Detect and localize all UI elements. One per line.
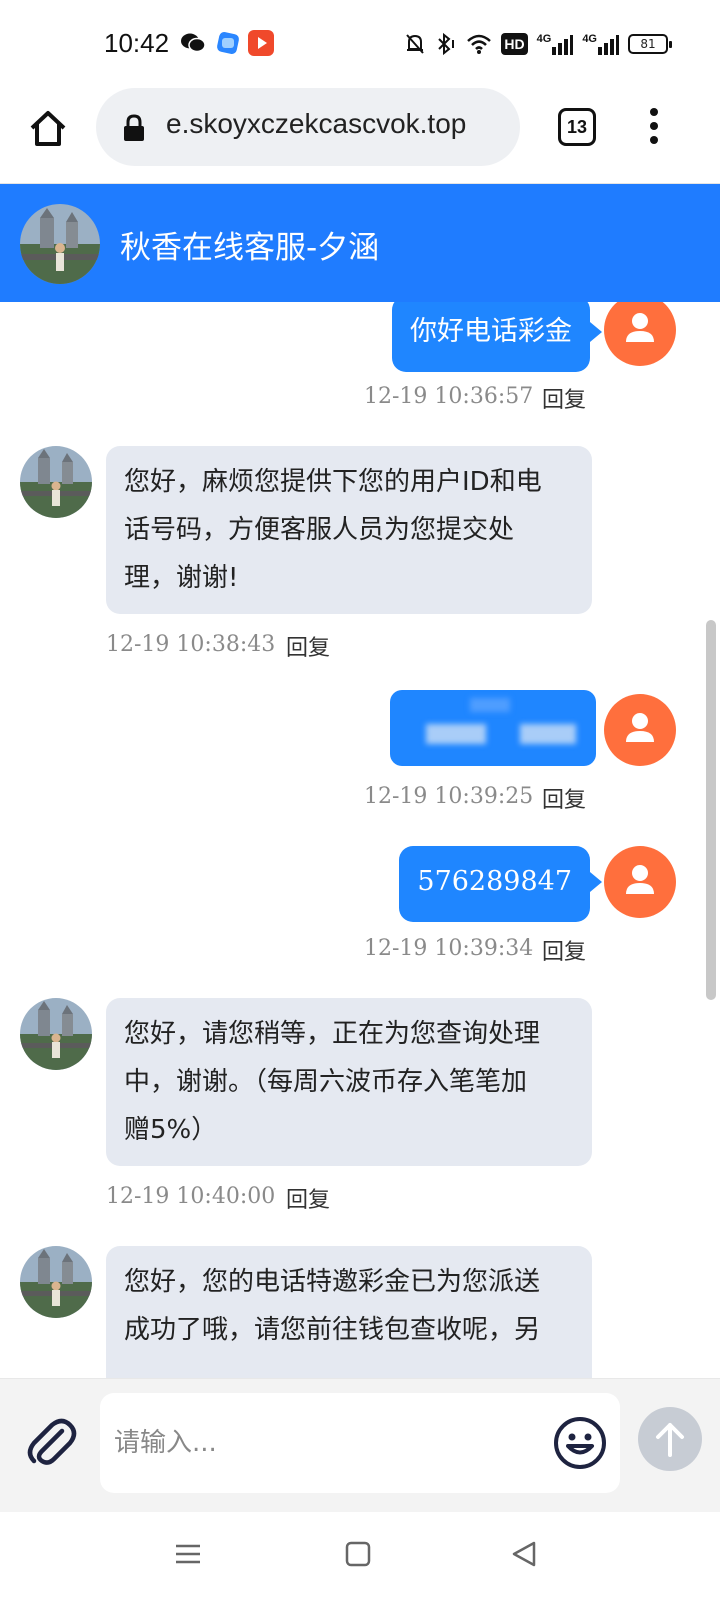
agent-message-bubble: 您好，您的电话特邀彩金已为您派送 成功了哦，请您前往钱包查收呢，另: [106, 1246, 592, 1378]
more-menu-icon[interactable]: [644, 106, 664, 150]
agent-message-bubble: 您好，麻烦您提供下您的用户ID和电 话号码，方便客服人员为您提交处 理，谢谢!: [106, 446, 592, 614]
message-line: 您好，您的电话特邀彩金已为您派送: [124, 1267, 541, 1297]
bluetooth-icon: [435, 32, 457, 56]
message-line: 中，谢谢。（每周六波币存入笔笔加: [124, 1067, 528, 1097]
reply-link[interactable]: 回复: [542, 934, 586, 966]
status-bar: 10:42 HD 4G 4G 81: [0, 0, 720, 88]
recent-apps-icon[interactable]: [172, 1538, 204, 1570]
agent-message-bubble: 您好，请您稍等，正在为您查询处理 中，谢谢。（每周六波币存入笔笔加 赠5%）: [106, 998, 592, 1166]
message-timestamp: 12-19 10:39:34: [364, 936, 534, 961]
reply-link[interactable]: 回复: [286, 1182, 330, 1214]
message-line: 理，谢谢!: [124, 563, 239, 593]
wifi-icon: [466, 33, 492, 55]
app-blue-icon: [215, 30, 241, 56]
message-input[interactable]: [114, 1423, 534, 1463]
redaction-mosaic: [426, 724, 486, 744]
address-bar[interactable]: e.skoyxczekcascvok.top: [96, 88, 520, 166]
message-line: 您好，请您稍等，正在为您查询处理: [124, 1019, 541, 1049]
input-container: [100, 1393, 620, 1493]
signal-label: 4G: [582, 33, 597, 45]
agent-avatar: [20, 1246, 92, 1318]
message-timestamp: 12-19 10:38:43: [106, 632, 276, 657]
user-avatar: [604, 694, 676, 766]
signal-4g-icon: 4G: [537, 33, 574, 55]
signal-4g-icon-2: 4G: [582, 33, 619, 55]
emoji-icon[interactable]: [552, 1415, 608, 1471]
status-icons: HD 4G 4G 81: [404, 30, 672, 58]
hd-icon: HD: [501, 33, 528, 55]
wechat-icon: [180, 30, 206, 56]
redaction-mosaic: [470, 698, 510, 712]
message-timestamp: 12-19 10:36:57: [364, 384, 534, 409]
agent-avatar: [20, 204, 100, 284]
user-message-bubble: 你好电话彩金: [392, 302, 602, 372]
message-timestamp: 12-19 10:40:00: [106, 1184, 276, 1209]
message-line: 赠5%）: [124, 1115, 218, 1145]
reply-link[interactable]: 回复: [542, 782, 586, 814]
battery-icon: 81: [628, 34, 672, 54]
message-line: 您好，麻烦您提供下您的用户ID和电: [124, 467, 542, 497]
home-nav-icon[interactable]: [342, 1538, 374, 1570]
back-icon[interactable]: [508, 1538, 540, 1570]
url-text: e.skoyxczekcascvok.top: [166, 108, 467, 139]
message-timestamp: 12-19 10:39:25: [364, 784, 534, 809]
status-time: 10:42: [104, 28, 170, 58]
message-list[interactable]: 你好电话彩金 12-19 10:36:57 回复 您好，麻烦您提供下您的用户ID…: [0, 302, 720, 1378]
reply-link[interactable]: 回复: [542, 382, 586, 414]
chat-title: 秋香在线客服-夕涵: [120, 230, 380, 266]
agent-avatar: [20, 998, 92, 1070]
redacted-message-bubble: [390, 690, 596, 766]
mute-bell-icon: [404, 32, 426, 56]
signal-label: 4G: [536, 33, 552, 45]
message-input-bar: [0, 1378, 720, 1512]
browser-toolbar: e.skoyxczekcascvok.top 13: [0, 88, 720, 184]
agent-avatar: [20, 446, 92, 518]
user-avatar: [604, 302, 676, 366]
lock-icon: [122, 114, 146, 142]
video-app-icon: [248, 30, 274, 56]
tab-switcher-button[interactable]: 13: [558, 108, 596, 146]
message-line: 话号码，方便客服人员为您提交处: [124, 515, 515, 545]
user-avatar: [604, 846, 676, 918]
user-message-bubble: 576289847: [399, 846, 602, 922]
chat-header: 秋香在线客服-夕涵: [0, 184, 720, 302]
home-icon[interactable]: [26, 106, 70, 150]
redaction-mosaic: [520, 724, 576, 744]
send-button[interactable]: [638, 1407, 702, 1471]
attachment-icon[interactable]: [22, 1415, 78, 1471]
system-navigation-bar: [0, 1512, 720, 1600]
message-line: 成功了哦，请您前往钱包查收呢，另: [124, 1315, 541, 1345]
scrollbar[interactable]: [706, 620, 716, 1000]
reply-link[interactable]: 回复: [286, 630, 330, 662]
arrow-up-icon: [656, 1423, 684, 1457]
